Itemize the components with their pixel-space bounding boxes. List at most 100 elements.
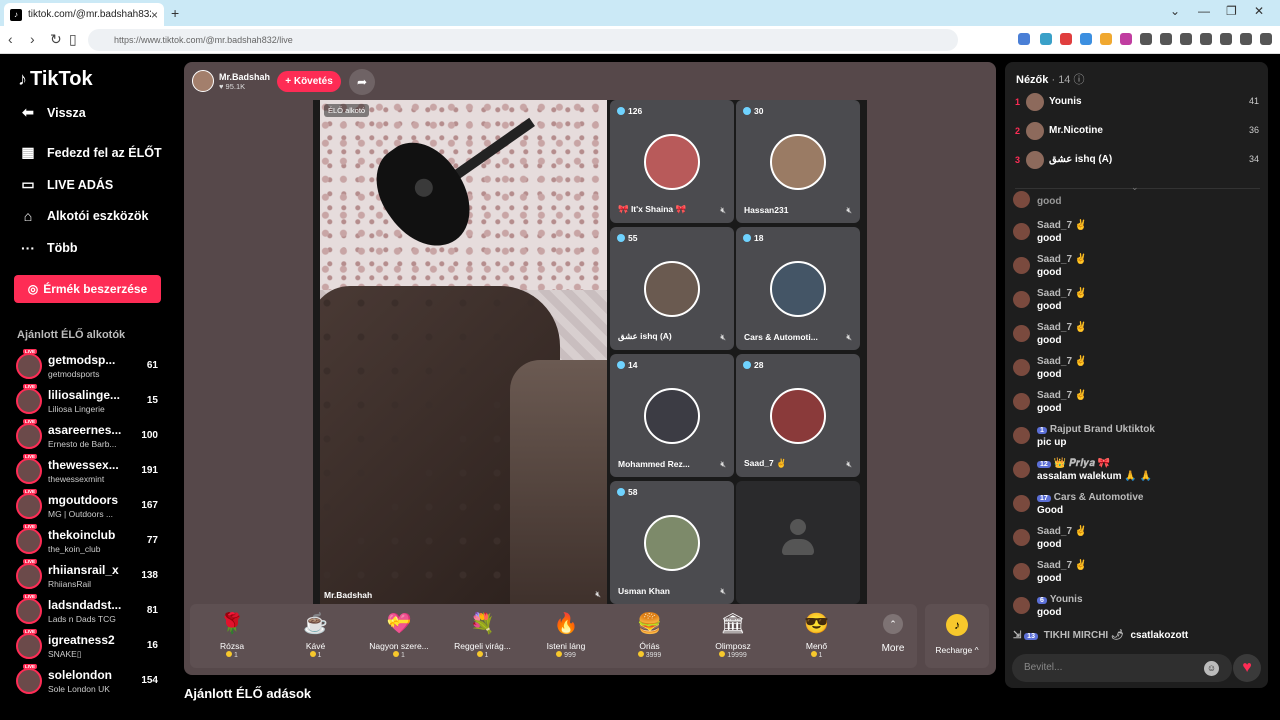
creator-item[interactable]: LIVE mgoutdoors MG | Outdoors ... 167 [16,489,162,522]
guest-tile[interactable]: 14 Mohammed Rez... 🔇︎ [610,354,734,477]
gift-item[interactable]: 💐 Reggeli virág... 1 [445,610,521,664]
chat-input[interactable]: Bevitel... [1012,654,1232,682]
expand-chevron-icon[interactable]: ⌄ [1131,182,1139,193]
forward-icon[interactable]: › [30,31,35,47]
close-tab-icon[interactable]: × [151,8,158,22]
share-icon[interactable]: ➦ [349,69,375,95]
hls-icon[interactable] [1060,33,1072,45]
creator-subtitle: the_koin_club [48,544,101,554]
guest-tile[interactable]: 28 Saad_7 ✌ 🔇︎ [736,354,860,477]
sparkle-icon[interactable] [1220,33,1232,45]
follow-button[interactable]: + Követés [277,71,341,92]
bookmark-icon[interactable]: ▯ [69,31,77,48]
gift-item[interactable]: 😎 Menő 1 [779,610,855,664]
guest-tile[interactable]: 55 عشق ishq (A) 🔇︎ [610,227,734,350]
creator-item[interactable]: LIVE ladsndadst... Lads n Dads TCG 81 [16,594,162,627]
browser-tab[interactable]: ♪ tiktok.com/@mr.badshah832 × [4,3,164,26]
gift-item[interactable]: 🏛 Olimposz 19999 [695,610,771,664]
creator-item[interactable]: LIVE igreatness2 SNAKE▯ 16 [16,629,162,662]
creator-item[interactable]: LIVE thekoinclub the_koin_club 77 [16,524,162,557]
chevron-down-icon[interactable]: ⌄ [1170,4,1180,18]
close-window-icon[interactable]: ✕ [1254,4,1264,18]
creator-item[interactable]: LIVE rhiiansrail_x RhiiansRail 138 [16,559,162,592]
gift-name: Nagyon szere... [369,641,429,651]
guest-name: Cars & Automoti... [744,332,818,342]
top-viewer-row[interactable]: 1 Younis 41 [1015,92,1261,114]
guest-tile[interactable]: 126 🎀 It'x Shaina 🎀 🔇︎ [610,100,734,223]
nav-explore-live[interactable]: ▦ Fedezd fel az ÉLŐT [18,144,161,161]
tiktok-logo[interactable]: ♪ TikTok [18,68,93,91]
live-badge: LIVE [23,524,38,529]
back-icon[interactable]: ‹ [8,31,13,47]
extension-icon[interactable] [1040,33,1052,45]
gift-item[interactable]: 🍔 Óriás 3999 [612,610,688,664]
host-avatar[interactable] [192,70,214,92]
more-gifts-button[interactable]: ⌃ More [871,614,915,654]
price-value: 1 [234,652,238,659]
guest-name: عشق ishq (A) [618,331,672,341]
viewer-name: Younis [1049,96,1082,107]
guest-tile[interactable]: 30 Hassan231 🔇︎ [736,100,860,223]
creator-viewer-count: 167 [141,500,158,511]
nav-live[interactable]: ▭ LIVE ADÁS [18,176,113,193]
extension-icon[interactable] [1120,33,1132,45]
heart-button[interactable]: ♥ [1233,654,1261,682]
back-link[interactable]: ⬅ Vissza [18,104,86,121]
address-bar[interactable]: https://www.tiktok.com/@mr.badshah832/li… [88,29,958,51]
chat-author: Saad_7 ✌ [1037,560,1088,571]
live-badge: LIVE [23,594,38,599]
creator-item[interactable]: LIVE asareernes... Ernesto de Barb... 100 [16,419,162,452]
creator-item[interactable]: LIVE getmodsp... getmodsports 61 [16,349,162,382]
chat-avatar [1013,461,1030,478]
guest-name: Usman Khan [618,586,670,596]
guest-avatar [770,261,826,317]
back-arrow-icon: ⬅ [22,104,34,120]
recharge-button[interactable]: ♪ Recharge ^ [925,604,989,668]
main-video[interactable]: ÉLŐ alkotó Mr.Badshah 🔇︎ [320,100,607,604]
viewer-icon [743,234,751,242]
wallet-icon[interactable] [1200,33,1212,45]
guest-viewer-badge: 126 [617,106,642,116]
viewer-rank: 3 [1015,155,1021,165]
top-viewer-row[interactable]: 3 عشق ishq (A) 34 [1015,150,1261,172]
creator-name: solelondon [48,668,112,682]
restore-icon[interactable]: ❐ [1226,4,1237,18]
gift-name: Reggeli virág... [454,641,511,651]
get-coins-button[interactable]: ◎ Érmék beszerzése [14,275,161,303]
empty-guest-slot[interactable] [736,481,860,604]
more-dots-icon: ··· [21,240,35,256]
shield-icon[interactable] [1240,33,1252,45]
gift-item[interactable]: ☕ Kávé 1 [278,610,354,664]
browser-tab-bar: ♪ tiktok.com/@mr.badshah832 × + ⌄ — ❐ ✕ [0,0,1280,26]
nav-label: Alkotói eszközök [47,209,149,223]
creator-item[interactable]: LIVE thewessex... thewessexmint 191 [16,454,162,487]
guest-tile[interactable]: 58 Usman Khan 🔇︎ [610,481,734,604]
extension-icon[interactable] [1140,33,1152,45]
browser-toolbar: ‹ › ↻ ▯ https://www.tiktok.com/@mr.badsh… [0,26,1280,54]
top-viewer-row[interactable]: 2 Mr.Nicotine 36 [1015,121,1261,143]
host-info[interactable]: Mr.Badshah ♥ 95.1K [192,70,270,92]
guest-tile[interactable]: 18 Cars & Automoti... 🔇︎ [736,227,860,350]
creator-item[interactable]: LIVE liliosalinge... Liliosa Lingerie 15 [16,384,162,417]
extension-icon[interactable] [1100,33,1112,45]
emoji-icon[interactable]: ☺ [1204,661,1219,676]
extension-icon[interactable] [1080,33,1092,45]
nav-more[interactable]: ··· Több [18,240,78,256]
nav-creator-tools[interactable]: ⌂ Alkotói eszközök [18,208,149,224]
sidebar-icon[interactable] [1180,33,1192,45]
new-tab-icon[interactable]: + [171,5,179,21]
minimize-icon[interactable]: — [1198,4,1210,18]
gift-item[interactable]: 🔥 Isteni láng 999 [528,610,604,664]
menu-icon[interactable] [1260,33,1272,45]
gift-item[interactable]: 🌹 Rózsa 1 [194,610,270,664]
translate-icon[interactable] [1018,33,1030,45]
info-icon[interactable]: ⓘ [1074,74,1085,86]
chat-author: Saad_7 ✌ [1037,254,1088,265]
reload-icon[interactable]: ↻ [50,31,62,48]
music-icon[interactable] [1160,33,1172,45]
coin-icon [226,651,233,657]
gift-item[interactable]: 💝 Nagyon szere... 1 [361,610,437,664]
creator-item[interactable]: LIVE solelondon Sole London UK 154 [16,664,162,697]
creator-avatar [16,353,42,379]
gift-icon: 😎 [804,613,829,635]
